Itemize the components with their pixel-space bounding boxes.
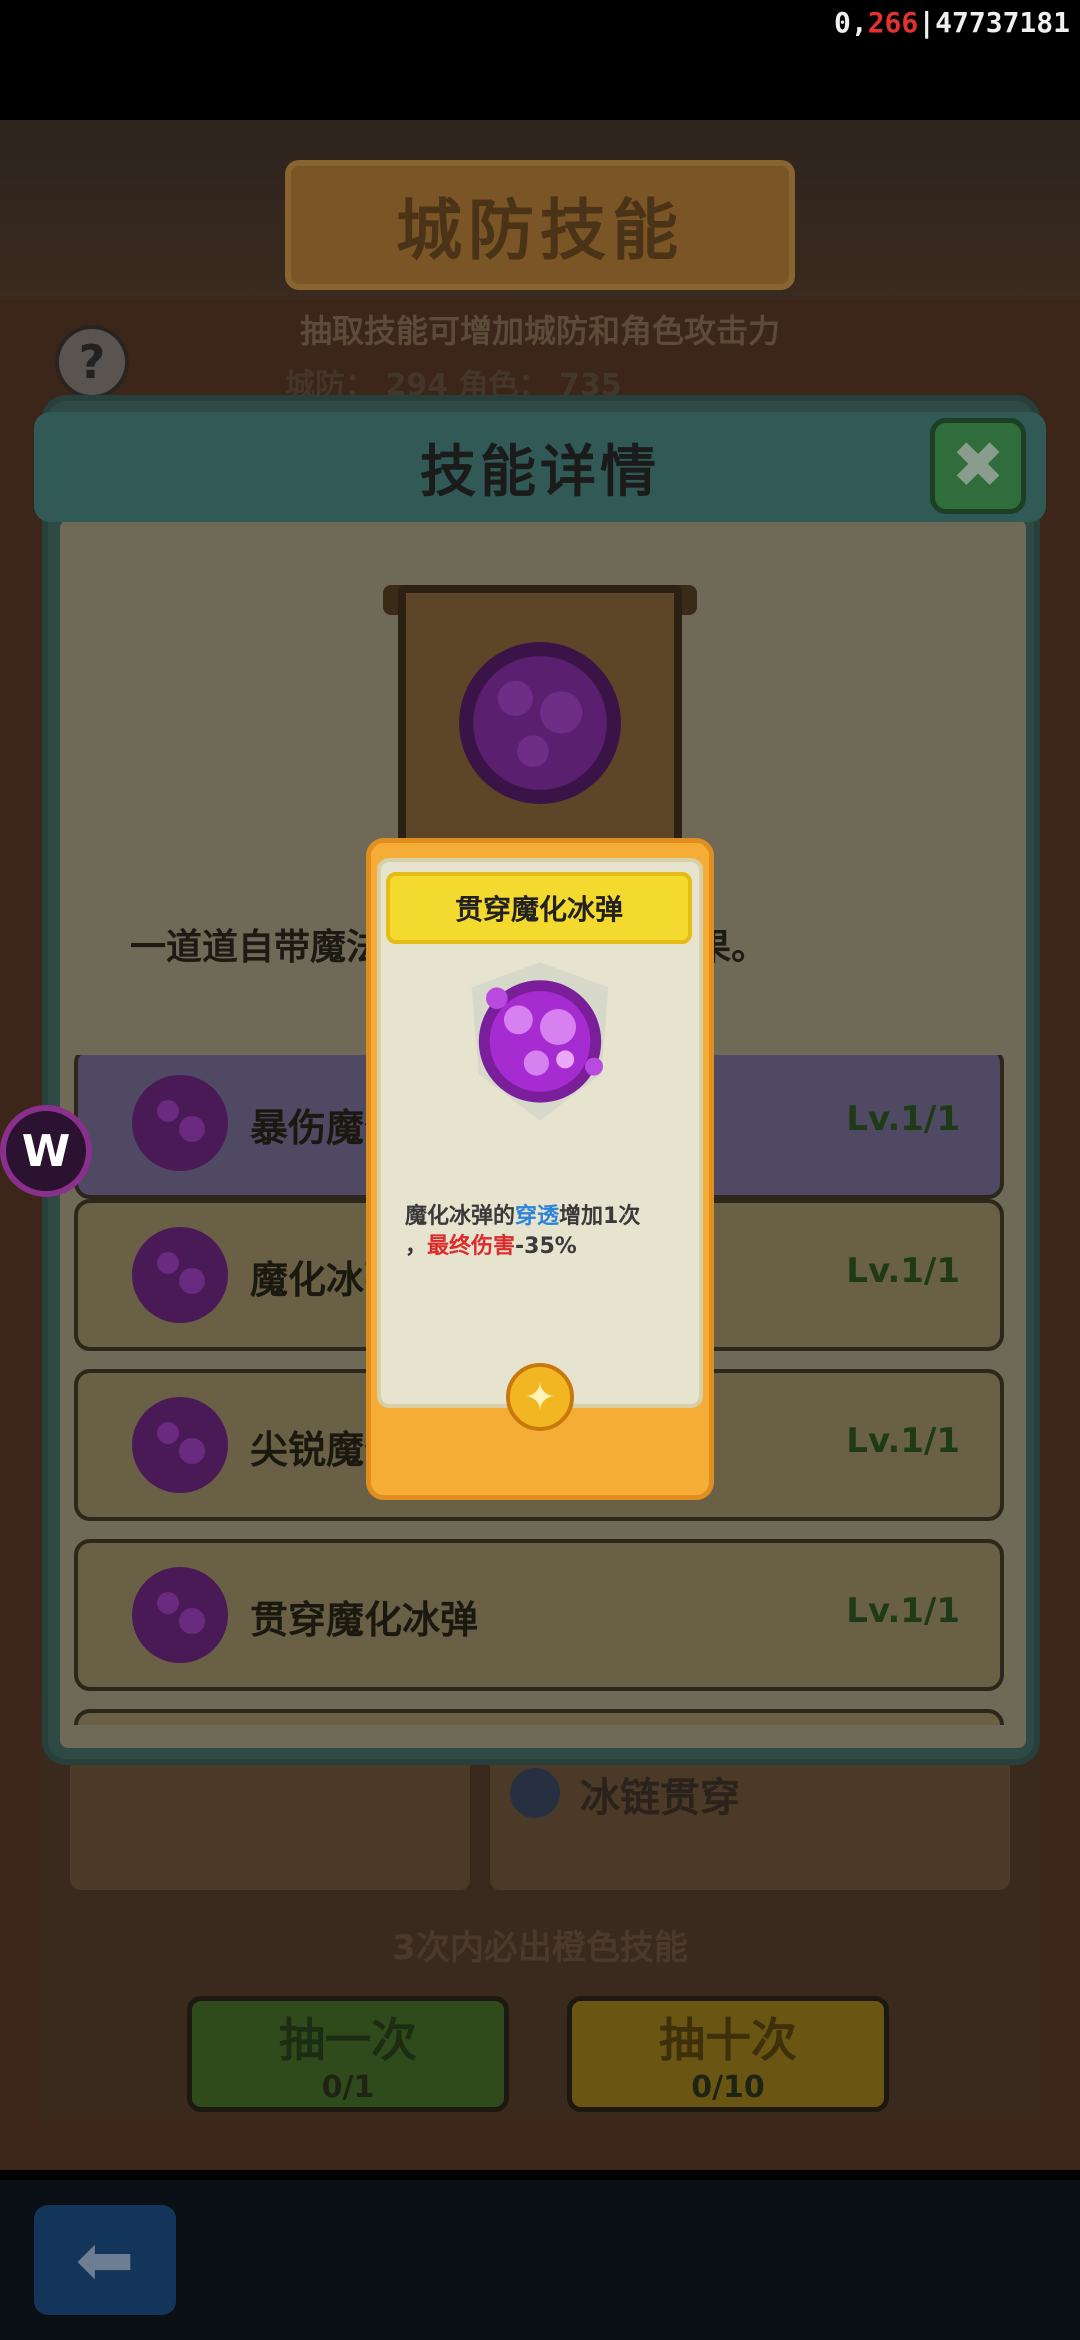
city-defense-title-banner: 城防技能 [285,160,795,290]
draw-ten-button[interactable]: 抽十次 0/10 [567,1996,889,2112]
desc-text: 魔化冰弹的 [405,1204,516,1229]
skill-row[interactable] [74,1709,1004,1725]
guarantee-text: 3次内必出橙色技能 [392,1928,688,1968]
draw-once-count: 0/1 [321,2069,375,2105]
back-arrow-icon: ⬅ [75,2219,135,2301]
desc-text: -35% [515,1234,577,1259]
w-app-icon[interactable]: W [0,1105,92,1197]
skill-popup-description: 魔化冰弹的穿透增加1次 ，最终伤害-35% [405,1202,695,1262]
back-button[interactable]: ⬅ [34,2205,176,2315]
draw-ten-label: 抽十次 [659,2012,797,2067]
skill-orb-icon [132,1567,228,1663]
desc-text: 增加1次 [559,1204,641,1229]
skill-popup-title-bar: 贯穿魔化冰弹 [386,872,692,944]
draw-ten-count: 0/10 [691,2069,765,2105]
ice-chain-icon [510,1768,560,1818]
skill-orb-icon [132,1397,228,1493]
star-icon: ✦ [524,1375,556,1419]
skill-name: 贯穿魔化冰弹 [250,1598,479,1642]
city-defense-subtitle: 抽取技能可增加城防和角色攻击力 [299,312,780,350]
help-button[interactable]: ? [55,325,129,399]
skill-level: Lv.1/1 [846,1591,960,1631]
counter-red: 266 [867,6,919,39]
skill-level: Lv.1/1 [846,1251,960,1291]
skill-row[interactable]: 贯穿魔化冰弹 Lv.1/1 [74,1539,1004,1691]
city-defense-title: 城防技能 [396,192,684,269]
close-icon: ✖ [951,429,1005,503]
star-badge-icon: ✦ [506,1363,574,1431]
counter-prefix: 0, [833,6,868,39]
skill-detail-header: 技能详情 [34,412,1046,522]
desc-text: ， [405,1234,428,1259]
skill-detail-title: 技能详情 [420,439,660,505]
help-icon: ? [78,335,106,389]
skill-orb-icon [459,642,621,804]
skill-level: Lv.1/1 [846,1099,960,1139]
counter-suffix: |47737181 [918,6,1070,39]
skill-popup-title: 贯穿魔化冰弹 [454,893,623,926]
pierce-keyword: 穿透 [515,1204,560,1229]
skill-level: Lv.1/1 [846,1421,960,1461]
draw-once-button[interactable]: 抽一次 0/1 [187,1996,509,2112]
ice-chain-label: 冰链贯穿 [580,1775,740,1821]
skill-orb-icon [471,962,609,1121]
skill-orb-icon [132,1075,228,1171]
fps-counter: 0,266|47737181 [834,6,1070,39]
draw-once-label: 抽一次 [279,2012,417,2067]
skill-orb-icon [132,1227,228,1323]
w-letter: W [21,1125,71,1177]
final-damage-keyword: 最终伤害 [427,1234,516,1259]
close-button[interactable]: ✖ [930,418,1026,514]
